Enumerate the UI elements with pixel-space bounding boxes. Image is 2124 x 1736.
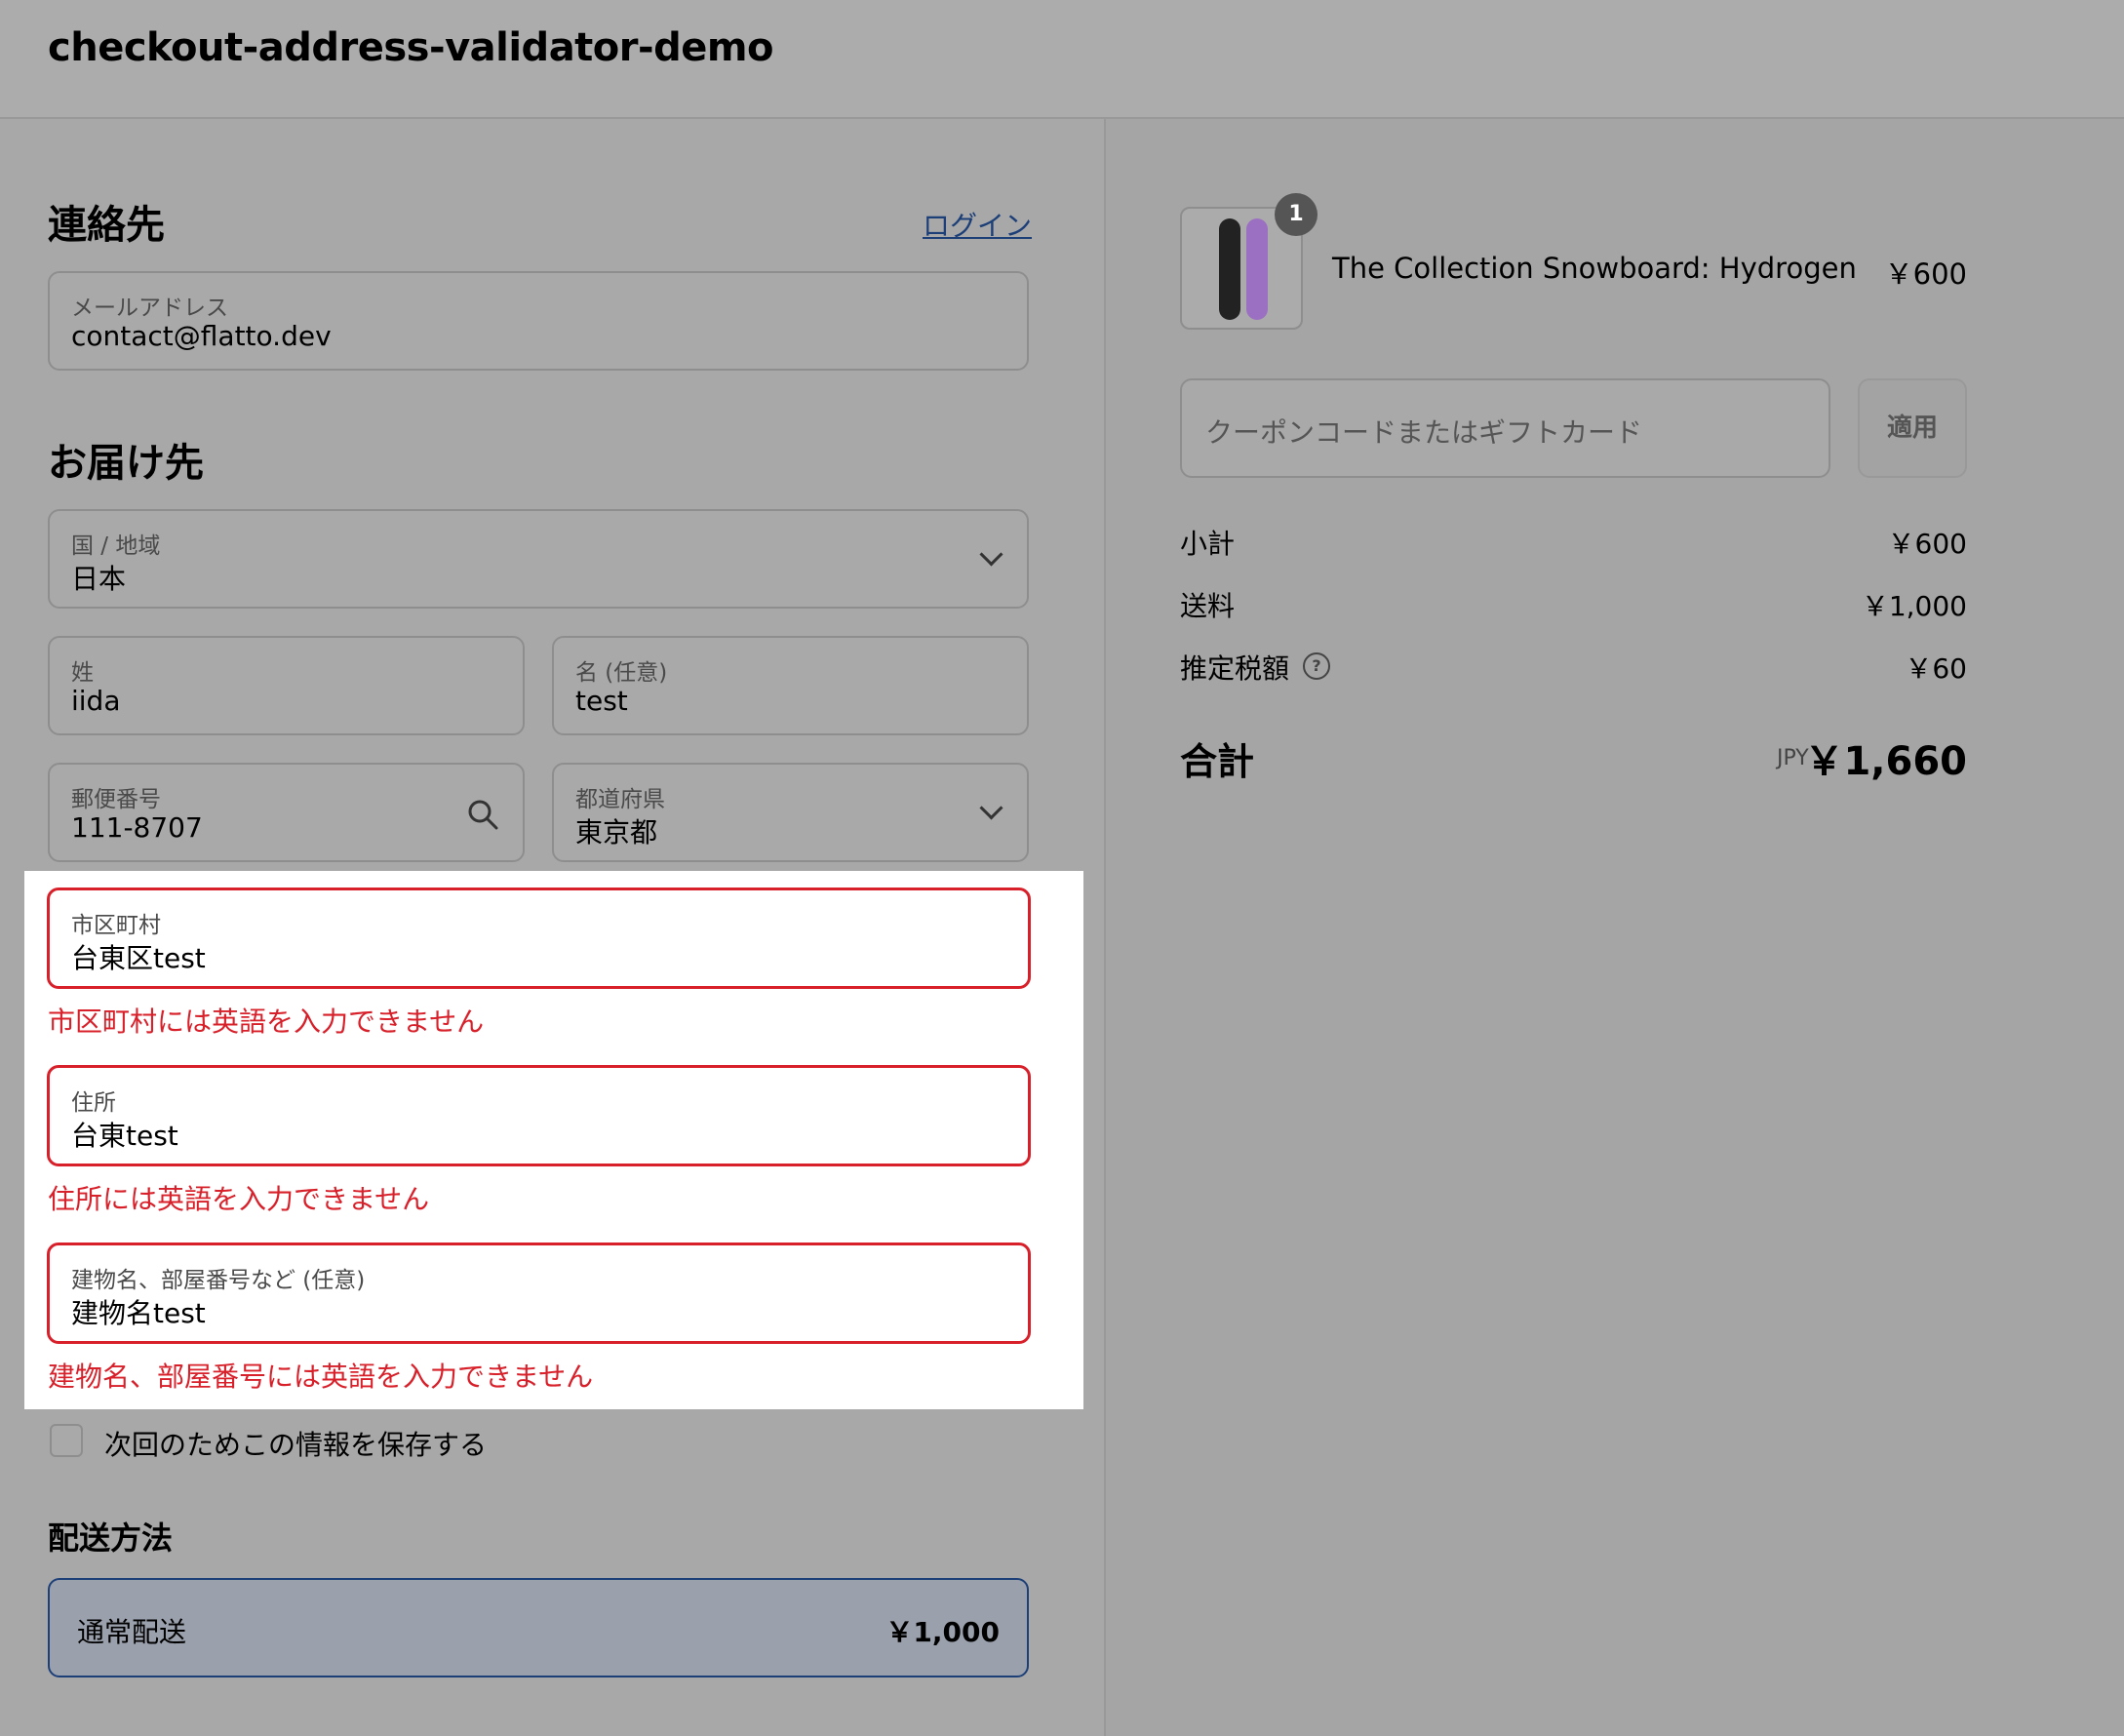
login-link[interactable]: ログイン — [923, 205, 1032, 244]
save-info-checkbox[interactable] — [50, 1424, 83, 1457]
help-icon[interactable]: ? — [1303, 652, 1330, 680]
shipping-option-price: ￥1,000 — [885, 1616, 1000, 1648]
last-name-label: 姓 — [71, 660, 94, 686]
subtotal-label: 小計 — [1180, 528, 1236, 560]
contact-heading: 連絡先 — [48, 203, 165, 248]
shipping-option-name: 通常配送 — [77, 1616, 187, 1648]
search-icon[interactable] — [466, 798, 499, 831]
last-name-field[interactable]: 姓 iida — [48, 636, 525, 735]
prefecture-label: 都道府県 — [575, 787, 665, 812]
chevron-down-icon — [979, 542, 1003, 567]
building-value[interactable]: 建物名test — [71, 1292, 206, 1331]
country-label: 国 / 地域 — [71, 533, 161, 559]
total-label: 合計 — [1180, 740, 1255, 783]
country-select[interactable]: 国 / 地域 日本 — [48, 509, 1029, 609]
country-value: 日本 — [71, 563, 127, 595]
email-label: メールアドレス — [71, 296, 228, 321]
building-field[interactable]: 建物名、部屋番号など (任意) 建物名test — [47, 1243, 1031, 1344]
order-summary-panel — [1106, 119, 2124, 1736]
address-error-message: 住所には英語を入力できません — [48, 1183, 430, 1215]
snowboard-image-dark — [1219, 218, 1240, 320]
app-header: checkout-address-validator-demo — [0, 0, 2124, 119]
subtotal-value: ￥600 — [1887, 528, 1967, 560]
city-field[interactable]: 市区町村 台東区test — [47, 888, 1031, 989]
prefecture-select[interactable]: 都道府県 東京都 — [552, 763, 1029, 862]
city-label: 市区町村 — [71, 913, 161, 938]
coupon-placeholder: クーポンコードまたはギフトカード — [1205, 416, 1643, 449]
save-info-label[interactable]: 次回のためこの情報を保存する — [104, 1424, 487, 1463]
chevron-down-icon — [979, 796, 1003, 820]
product-price: ￥600 — [1884, 257, 1967, 291]
address-label: 住所 — [71, 1090, 116, 1116]
shipping-cost-label: 送料 — [1180, 590, 1236, 622]
shipping-option[interactable]: 通常配送 ￥1,000 — [48, 1578, 1029, 1677]
postal-code-value[interactable]: 111-8707 — [71, 811, 203, 844]
first-name-field[interactable]: 名 (任意) test — [552, 636, 1029, 735]
building-error-message: 建物名、部屋番号には英語を入力できません — [48, 1361, 594, 1393]
first-name-value[interactable]: test — [575, 685, 628, 717]
first-name-label: 名 (任意) — [575, 660, 668, 686]
store-title: checkout-address-validator-demo — [48, 25, 774, 70]
delivery-heading: お届け先 — [48, 441, 204, 486]
city-value[interactable]: 台東区test — [71, 937, 206, 976]
address-field[interactable]: 住所 台東test — [47, 1065, 1031, 1166]
last-name-value[interactable]: iida — [71, 685, 121, 717]
quantity-badge: 1 — [1275, 193, 1318, 236]
product-name: The Collection Snowboard: Hydrogen — [1332, 252, 1857, 285]
apply-coupon-button[interactable]: 適用 — [1858, 378, 1967, 478]
tax-value: ￥60 — [1905, 652, 1967, 685]
tax-label: 推定税額 — [1180, 652, 1290, 685]
email-field[interactable]: メールアドレス contact@flatto.dev — [48, 271, 1029, 371]
coupon-input[interactable]: クーポンコードまたはギフトカード — [1180, 378, 1830, 478]
postal-code-field[interactable]: 郵便番号 111-8707 — [48, 763, 525, 862]
prefecture-value: 東京都 — [575, 816, 658, 848]
shipping-heading: 配送方法 — [48, 1519, 174, 1557]
building-label: 建物名、部屋番号など (任意) — [71, 1268, 366, 1293]
email-value[interactable]: contact@flatto.dev — [71, 320, 332, 352]
address-value[interactable]: 台東test — [71, 1115, 178, 1154]
shipping-cost-value: ￥1,000 — [1861, 590, 1967, 622]
total-value: ￥1,660 — [1804, 739, 1967, 784]
city-error-message: 市区町村には英語を入力できません — [48, 1006, 485, 1038]
postal-code-label: 郵便番号 — [71, 787, 161, 812]
snowboard-image-purple — [1246, 218, 1268, 320]
